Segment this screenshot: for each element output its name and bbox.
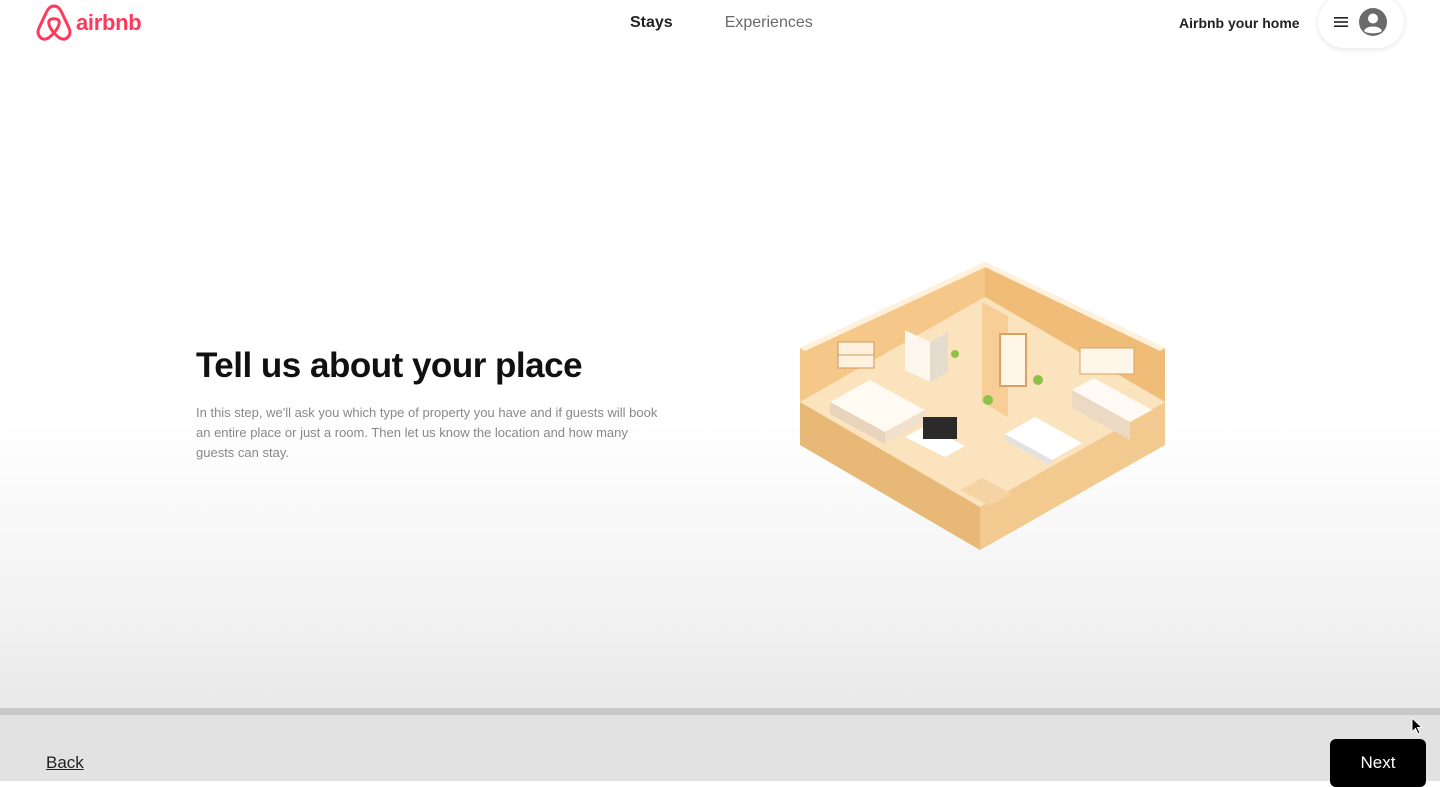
user-avatar-icon (1359, 8, 1387, 36)
nav-experiences[interactable]: Experiences (725, 14, 813, 32)
airbnb-your-home-link[interactable]: Airbnb your home (1179, 15, 1300, 31)
airbnb-logo[interactable]: airbnb (36, 4, 142, 42)
user-menu-button[interactable] (1318, 0, 1404, 48)
footer-bar: Back Next (0, 708, 1440, 787)
top-nav-bar: airbnb Stays Experiences Airbnb your hom… (0, 0, 1440, 56)
nav-stays[interactable]: Stays (630, 14, 673, 32)
main-nav: Stays Experiences (630, 14, 813, 32)
mouse-cursor-icon (1411, 717, 1423, 735)
back-button[interactable]: Back (46, 753, 84, 773)
next-button[interactable]: Next (1330, 739, 1426, 787)
logo-text: airbnb (76, 10, 142, 35)
hamburger-menu-icon (1334, 17, 1348, 27)
step-description: In this step, we'll ask you which type o… (196, 405, 658, 460)
isometric-apartment-illustration (800, 262, 1165, 550)
airbnb-belo-icon (36, 4, 72, 41)
page-title: Tell us about your place (196, 346, 583, 385)
